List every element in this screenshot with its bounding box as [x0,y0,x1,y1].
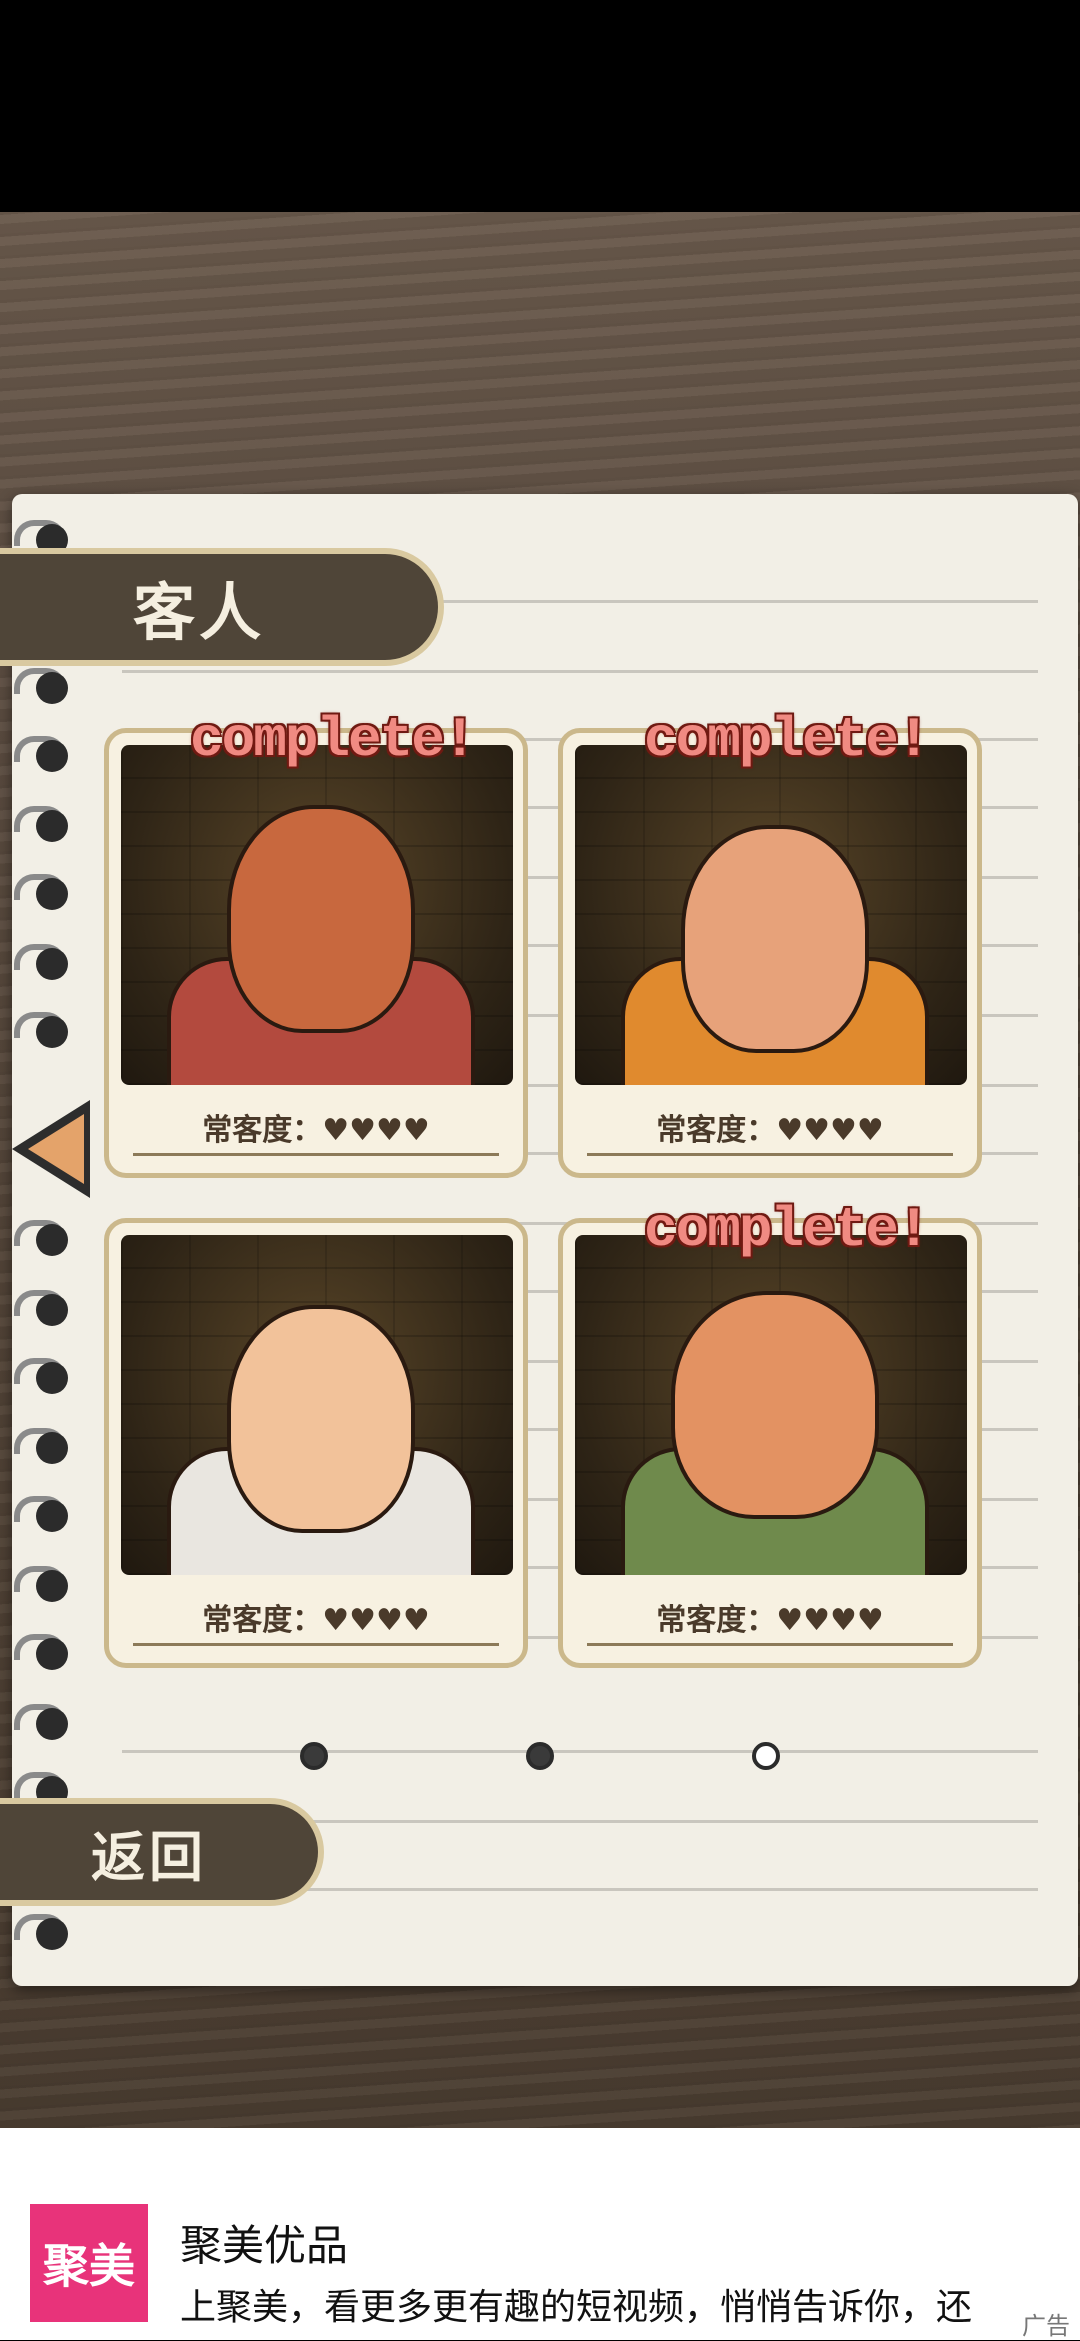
guest-portrait [575,1235,967,1575]
guest-portrait [121,745,513,1085]
page-title-tab: 客人 [0,548,444,666]
page-dot-2[interactable] [526,1742,554,1770]
complete-badge: complete! [644,1198,930,1262]
complete-badge: complete! [644,708,930,772]
loyalty-label: 常客度：♥♥♥♥ [656,1603,884,1638]
page-dot-1[interactable] [300,1742,328,1770]
loyalty-label: 常客度：♥♥♥♥ [202,1603,430,1638]
ad-title[interactable]: 聚美优品 [180,2212,348,2273]
guest-card-1[interactable]: 常客度：♥♥♥♥ [104,728,528,1178]
loyalty-label: 常客度：♥♥♥♥ [202,1113,430,1148]
back-button[interactable]: 返回 [0,1798,324,1906]
guest-portrait [575,745,967,1085]
ad-brand-logo[interactable]: 聚美 [30,2204,148,2322]
page-title: 客人 [132,576,265,649]
back-button-label: 返回 [91,1825,207,1889]
complete-badge: complete! [190,708,476,772]
ad-banner[interactable]: 聚美 聚美优品 上聚美，看更多更有趣的短视频，悄悄告诉你，还 广告 [0,2128,1080,2340]
loyalty-label: 常客度：♥♥♥♥ [656,1113,884,1148]
guest-portrait [121,1235,513,1575]
ad-description[interactable]: 上聚美，看更多更有趣的短视频，悄悄告诉你，还 [180,2278,1020,2330]
guest-card-4[interactable]: 常客度：♥♥♥♥ [558,1218,982,1668]
ad-tag: 广告 [1022,2312,1070,2340]
guest-card-2[interactable]: 常客度：♥♥♥♥ [558,728,982,1178]
page-dot-3-active[interactable] [752,1742,780,1770]
guest-card-3[interactable]: 常客度：♥♥♥♥ [104,1218,528,1668]
